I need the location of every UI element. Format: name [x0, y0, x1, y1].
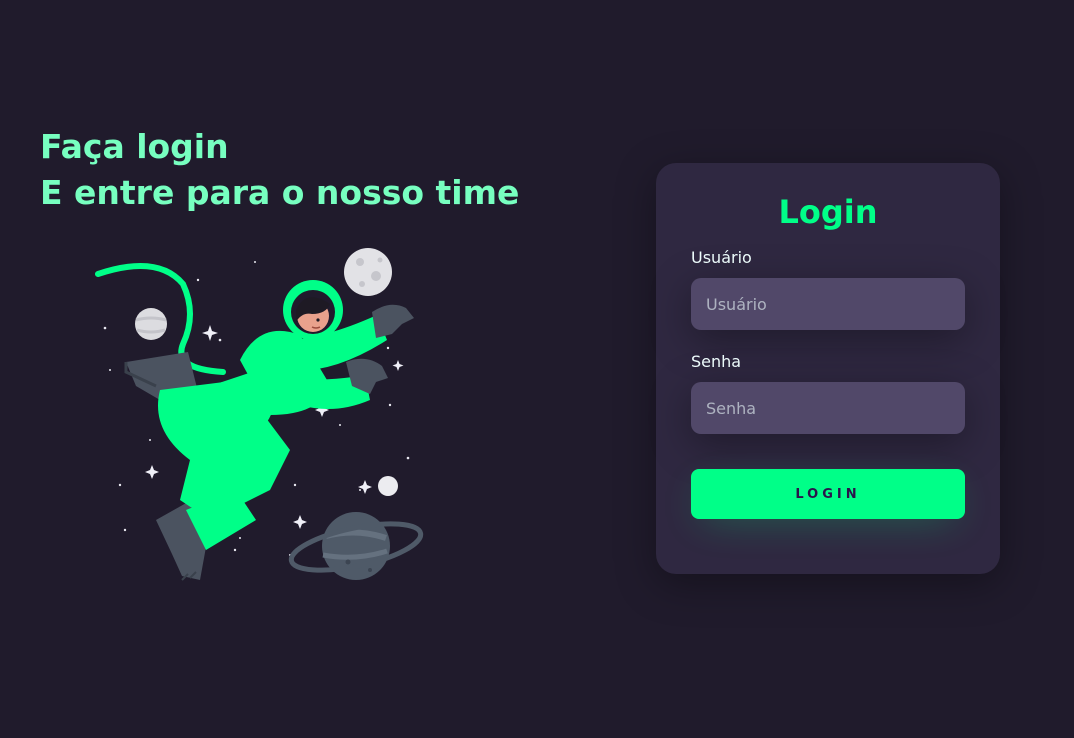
hero-title-line-1: Faça login — [40, 127, 229, 166]
login-card: Login Usuário Senha LOGIN — [656, 163, 1000, 574]
hero-section: Faça login E entre para o nosso time — [40, 124, 520, 216]
login-card-title: Login — [778, 193, 878, 231]
hero-title: Faça login E entre para o nosso time — [40, 124, 520, 216]
username-input[interactable] — [691, 278, 965, 330]
password-label: Senha — [691, 352, 742, 371]
astronaut-head — [291, 290, 335, 334]
astronaut-illustration — [95, 248, 424, 581]
saturn-icon — [288, 512, 424, 580]
moon-icon — [344, 248, 392, 296]
small-moon-icon — [378, 476, 398, 496]
password-input[interactable] — [691, 382, 965, 434]
hero-title-line-2: E entre para o nosso time — [40, 173, 520, 212]
username-label: Usuário — [691, 248, 752, 267]
small-planet-icon — [135, 308, 167, 340]
login-page: Faça login E entre para o nosso time Log… — [0, 0, 1074, 738]
login-button[interactable]: LOGIN — [691, 469, 965, 519]
